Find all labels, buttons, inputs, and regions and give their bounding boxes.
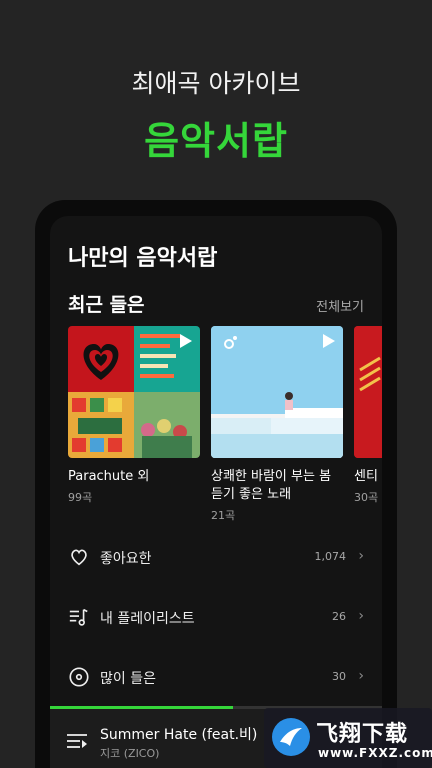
queue-icon[interactable] [66, 732, 88, 750]
chevron-right-icon: › [358, 668, 364, 684]
watermark: 飞翔下载 www.FXXZ.com [264, 708, 432, 768]
album-name-line2: 듣기 좋은 노래 [211, 487, 292, 502]
promo-subtitle: 최애곡 아카이브 [131, 69, 301, 98]
menu-label: 많이 들은 [100, 671, 156, 687]
watermark-url: www.FXXZ.com [318, 746, 432, 760]
watermark-logo-icon [272, 718, 310, 756]
chevron-right-icon: › [358, 608, 364, 624]
album-card-1[interactable]: Parachute 외 99곡 [68, 326, 200, 505]
red-artwork [354, 326, 382, 458]
watermark-brand: 飞翔下载 [316, 722, 409, 747]
menu-label: 좋아요한 [100, 551, 152, 567]
album-track-count: 21곡 [211, 509, 236, 522]
bird-icon [280, 728, 302, 746]
heart-icon [71, 549, 87, 566]
menu-count: 30 [332, 670, 346, 683]
page-title: 나만의 음악서랍 [68, 246, 218, 271]
track-title: Summer Hate (feat.비) [100, 727, 258, 743]
play-icon[interactable] [180, 334, 192, 348]
app-screen: 나만의 음악서랍 최근 들은 전체보기 Parachute 외 99곡 상쾌한 … [50, 216, 382, 768]
recent-section-title: 최근 들은 [68, 294, 145, 316]
album-name: 센티 [354, 469, 378, 484]
chevron-right-icon: › [358, 548, 364, 564]
album-art-spring [211, 326, 343, 458]
album-card-3[interactable]: 센티 30곡 [354, 326, 382, 505]
play-icon[interactable] [323, 334, 335, 348]
liked-row[interactable]: 좋아요한 1,074 › [68, 544, 364, 572]
album-track-count: 30곡 [354, 491, 379, 504]
disc-icon [69, 667, 89, 687]
playlist-icon [69, 608, 88, 626]
album-art-red [354, 326, 382, 458]
album-card-2[interactable]: 상쾌한 바람이 부는 봄 듣기 좋은 노래 21곡 [211, 326, 343, 523]
my-playlist-row[interactable]: 내 플레이리스트 26 › [68, 604, 364, 632]
see-all-link[interactable]: 전체보기 [316, 296, 364, 315]
promo-title: 음악서랍 [144, 119, 288, 163]
progress-fill [50, 706, 233, 709]
album-name-line1: 상쾌한 바람이 부는 봄 [211, 469, 332, 484]
album-name: Parachute 외 [68, 469, 150, 484]
menu-label: 내 플레이리스트 [100, 611, 195, 627]
album-art-collage [68, 326, 200, 458]
track-artist: 지코 (ZICO) [100, 747, 160, 760]
album-name: 상쾌한 바람이 부는 봄 듣기 좋은 노래 [211, 468, 343, 504]
menu-count: 1,074 [314, 550, 347, 563]
album-track-count: 99곡 [68, 491, 93, 504]
most-played-row[interactable]: 많이 들은 30 › [68, 664, 364, 692]
menu-count: 26 [332, 610, 346, 623]
